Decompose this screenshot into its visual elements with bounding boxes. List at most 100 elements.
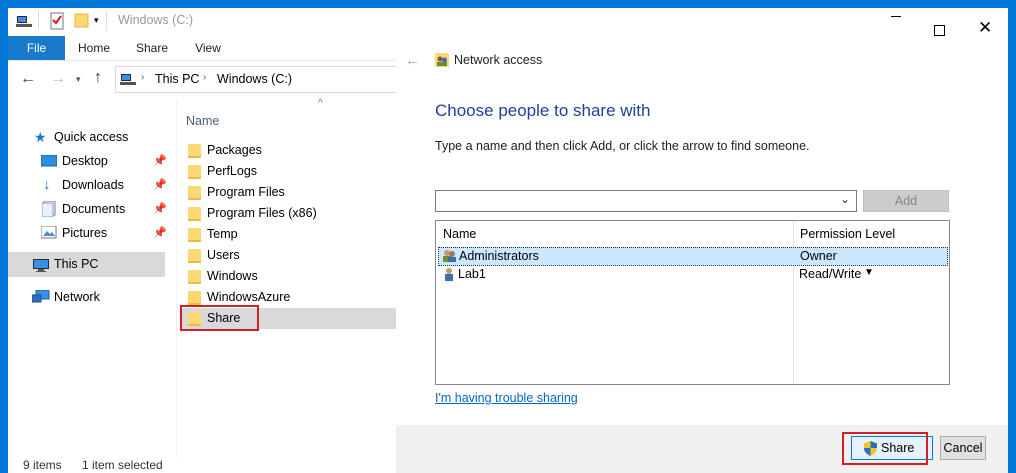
list-item[interactable]: Windows <box>180 266 396 287</box>
this-pc-small-icon <box>120 73 136 86</box>
list-item[interactable]: PerfLogs <box>180 161 396 182</box>
recent-locations-icon[interactable]: ▾ <box>76 74 81 85</box>
nav-item-label: This PC <box>54 257 99 271</box>
file-name: PerfLogs <box>207 164 258 178</box>
file-name: Users <box>207 248 240 262</box>
address-bar[interactable]: › This PC › Windows (C:) <box>115 66 406 93</box>
permission-list: Name Permission Level Administrators Own… <box>435 220 950 385</box>
folder-icon <box>188 228 201 242</box>
list-item[interactable]: Temp <box>180 224 396 245</box>
network-access-dialog: ✕ ← Network access Choose people to shar… <box>396 8 1008 473</box>
close-icon[interactable]: ✕ <box>978 19 992 36</box>
table-row[interactable]: Administrators Owner <box>438 247 948 266</box>
nav-item-downloads[interactable]: ↓ Downloads 📌 <box>41 173 171 197</box>
back-arrow-icon[interactable]: ← <box>405 52 420 69</box>
tab-share[interactable]: Share <box>130 36 174 60</box>
users-share-icon <box>435 53 449 67</box>
nav-item-pictures[interactable]: Pictures 📌 <box>41 221 171 245</box>
name-input[interactable] <box>438 192 833 208</box>
share-button-highlight <box>842 432 928 465</box>
documents-icon <box>42 201 56 217</box>
list-item[interactable]: Program Files <box>180 182 396 203</box>
add-button[interactable]: Add <box>863 190 949 212</box>
star-icon: ★ <box>34 129 47 145</box>
dropdown-arrow-icon[interactable]: ⌄ <box>840 192 850 206</box>
folder-icon <box>188 186 201 200</box>
column-header-permission[interactable]: Permission Level <box>800 227 895 241</box>
maximize-icon[interactable] <box>934 25 945 36</box>
folder-icon <box>188 270 201 284</box>
nav-item-desktop[interactable]: Desktop 📌 <box>41 149 171 173</box>
folder-icon <box>188 144 201 158</box>
folder-icon <box>188 207 201 221</box>
nav-item-label: Desktop <box>62 154 108 168</box>
pictures-icon <box>41 226 57 239</box>
download-arrow-icon: ↓ <box>43 176 51 193</box>
nav-item-documents[interactable]: Documents 📌 <box>41 197 171 221</box>
network-icon <box>32 290 50 304</box>
up-arrow-icon[interactable]: ↑ <box>94 69 102 87</box>
list-item[interactable]: Users <box>180 245 396 266</box>
folder-icon <box>188 291 201 305</box>
nav-item-label: Downloads <box>62 178 124 192</box>
user-icon <box>444 267 454 281</box>
trouble-sharing-link[interactable]: I'm having trouble sharing <box>435 391 578 405</box>
title-divider <box>38 10 39 30</box>
column-divider <box>793 221 794 384</box>
row-name: Lab1 <box>458 267 486 281</box>
folder-icon <box>188 249 201 263</box>
dialog-footer: Share Cancel <box>396 425 1008 473</box>
pin-icon[interactable]: 📌 <box>153 221 167 245</box>
name-combobox[interactable]: ⌄ <box>435 190 857 212</box>
file-name: Windows <box>207 269 258 283</box>
breadcrumb-separator-icon: › <box>203 72 207 83</box>
new-folder-icon[interactable] <box>74 12 90 28</box>
column-header-name[interactable]: Name <box>186 114 219 128</box>
selection-status: 1 item selected <box>82 458 163 472</box>
computer-icon[interactable] <box>16 14 32 28</box>
breadcrumb-separator-icon: › <box>141 72 145 83</box>
nav-item-network[interactable]: Network <box>32 285 162 309</box>
breadcrumb-this-pc[interactable]: This PC <box>155 72 199 86</box>
tab-view[interactable]: View <box>188 36 228 60</box>
desktop-icon <box>41 155 57 167</box>
forward-arrow-icon[interactable]: → <box>50 70 66 88</box>
row-permission: Owner <box>800 249 837 263</box>
dialog-instruction: Type a name and then click Add, or click… <box>435 139 810 153</box>
navigation-pane: ★ Quick access Desktop 📌 ↓ Downloads 📌 D… <box>8 100 177 458</box>
list-item[interactable]: Program Files (x86) <box>180 203 396 224</box>
list-item[interactable]: Packages <box>180 140 396 161</box>
pin-icon[interactable]: 📌 <box>153 197 167 221</box>
nav-quick-access-label: Quick access <box>54 130 129 144</box>
cancel-button[interactable]: Cancel <box>940 436 986 460</box>
nav-item-this-pc[interactable]: This PC <box>8 252 165 277</box>
pin-icon[interactable]: 📌 <box>153 173 167 197</box>
file-list: ^ Name Packages PerfLogs Program Files P… <box>178 98 404 458</box>
sort-up-icon[interactable]: ^ <box>318 98 323 109</box>
permission-dropdown-icon[interactable]: ▼ <box>864 267 874 278</box>
table-row[interactable]: Lab1 Read/Write ▼ <box>438 266 946 283</box>
nav-item-label: Pictures <box>62 226 108 240</box>
file-name: Program Files <box>207 185 285 199</box>
item-count: 9 items <box>23 458 62 472</box>
this-pc-icon <box>32 259 50 273</box>
pin-icon[interactable]: 📌 <box>153 149 167 173</box>
nav-item-label: Documents <box>62 202 126 216</box>
tab-home[interactable]: Home <box>71 36 117 60</box>
minimize-icon[interactable] <box>891 16 901 17</box>
breadcrumb-windows-c[interactable]: Windows (C:) <box>217 72 292 86</box>
back-arrow-icon[interactable]: ← <box>20 70 36 88</box>
window-title: Windows (C:) <box>118 13 194 27</box>
properties-icon[interactable] <box>50 12 64 30</box>
customize-toolbar-icon[interactable]: ▾ <box>94 15 99 26</box>
status-bar: 9 items 1 item selected <box>8 454 404 473</box>
folder-icon <box>188 165 201 179</box>
file-name: Temp <box>207 227 238 241</box>
group-icon <box>442 249 457 263</box>
title-divider <box>106 11 107 31</box>
share-folder-highlight <box>180 305 259 331</box>
column-header-name[interactable]: Name <box>443 227 476 241</box>
file-name: Packages <box>207 143 262 157</box>
tab-file[interactable]: File <box>8 36 65 60</box>
row-permission[interactable]: Read/Write <box>799 267 861 281</box>
